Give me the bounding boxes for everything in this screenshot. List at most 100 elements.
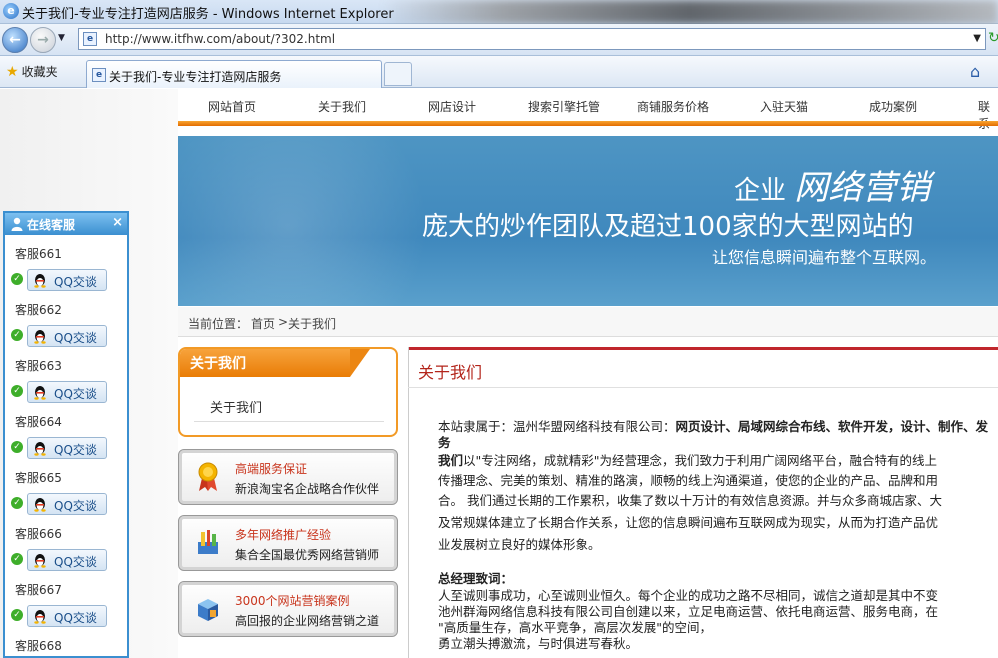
- person-icon: [11, 217, 23, 231]
- medal-icon: [198, 462, 218, 491]
- qq-chat-label: QQ交谈: [54, 331, 97, 345]
- qq-chat-label: QQ交谈: [54, 443, 97, 457]
- agent-name: 客服664: [15, 415, 62, 429]
- tools-icon: [198, 530, 218, 554]
- content-intro-line: 本站隶属于：温州华盟网络科技有限公司：网页设计、局域网综合布线、软件开发，设计、…: [438, 417, 988, 437]
- new-tab-button[interactable]: [384, 62, 412, 86]
- breadcrumb-current: 关于我们: [288, 317, 337, 331]
- ie-logo-icon: e: [3, 3, 19, 19]
- page-viewport: 网站首页 关于我们 网店设计 搜索引擎托管 商铺服务价格 入驻天猫 成功案例 联…: [0, 89, 998, 658]
- agent-name: 客服665: [15, 471, 62, 485]
- hero-banner: 企业 网络营销 庞大的炒作团队及超过100家的大型网站的 让您信息瞬间遍布整个互…: [178, 136, 998, 306]
- address-url[interactable]: http://www.itfhw.com/about/?302.html: [105, 32, 335, 46]
- favorites-button[interactable]: ★ 收藏夹: [6, 63, 58, 80]
- star-icon: ★: [6, 64, 19, 80]
- back-button[interactable]: ←: [2, 27, 28, 53]
- nav-item-pricing[interactable]: 商铺服务价格: [637, 98, 709, 115]
- nav-item-seo[interactable]: 搜索引擎托管: [528, 98, 600, 115]
- about-box-divider: [194, 421, 384, 422]
- online-check-icon: ✓: [11, 441, 23, 453]
- qq-chat-button[interactable]: QQ交谈: [27, 269, 107, 291]
- banner-glow: [178, 136, 438, 306]
- intro-cont: 务: [438, 435, 451, 450]
- qq-chat-button[interactable]: QQ交谈: [27, 325, 107, 347]
- forward-button[interactable]: →: [30, 27, 56, 53]
- about-box-title: 关于我们: [180, 349, 370, 377]
- about-box-link[interactable]: 关于我们: [210, 397, 262, 416]
- content-title: 关于我们: [418, 363, 483, 382]
- about-para-l5: 业发展树立良好的媒体形象。: [438, 537, 601, 552]
- nav-item-about[interactable]: 关于我们: [318, 98, 366, 115]
- about-sidebar-box: 关于我们 关于我们: [178, 347, 398, 437]
- agent-name: 客服661: [15, 247, 62, 261]
- feature-sub: 新浪淘宝名企战略合作伙伴: [235, 482, 380, 496]
- qq-chat-button[interactable]: QQ交谈: [27, 437, 107, 459]
- about-para-l4: 及常规媒体建立了长期合作关系，让您的信息瞬间遍布互联网成为现实，从而为打造产品优: [438, 515, 939, 530]
- close-icon[interactable]: ×: [112, 215, 123, 230]
- feature-box-experience[interactable]: 多年网络推广经验 集合全国最优秀网络营销师: [178, 515, 398, 571]
- qq-penguin-icon: [34, 498, 46, 512]
- banner-line3: 让您信息瞬间遍布整个互联网。: [712, 248, 937, 267]
- feature-box-cases[interactable]: 3000个网站营销案例 高回报的企业网络营销之道: [178, 581, 398, 637]
- qq-penguin-icon: [34, 386, 46, 400]
- agent-name: 客服666: [15, 527, 62, 541]
- titlebar-blur: [380, 0, 998, 24]
- box-icon: [198, 599, 218, 621]
- qq-chat-label: QQ交谈: [54, 387, 97, 401]
- online-check-icon: ✓: [11, 329, 23, 341]
- tab-page-icon: e: [92, 68, 106, 82]
- qq-chat-label: QQ交谈: [54, 555, 97, 569]
- agent-name: 客服667: [15, 583, 62, 597]
- breadcrumb-label: 当前位置：: [188, 317, 249, 331]
- intro-normal: 本站隶属于：温州华盟网络科技有限公司：: [438, 419, 676, 434]
- service-title: 在线客服: [27, 218, 76, 232]
- qq-chat-label: QQ交谈: [54, 611, 97, 625]
- window-titlebar: e 关于我们-专业专注打造网店服务 - Windows Internet Exp…: [0, 0, 998, 24]
- feature-sub: 集合全国最优秀网络营销师: [235, 548, 380, 562]
- content-top-rule: [408, 347, 998, 350]
- qq-chat-label: QQ交谈: [54, 275, 97, 289]
- favorites-tab-bar: ★ 收藏夹 e 关于我们-专业专注打造网店服务 ⌂: [0, 56, 998, 88]
- feature-title: 3000个网站营销案例: [235, 594, 350, 608]
- feature-title: 多年网络推广经验: [235, 528, 332, 542]
- agent-name: 客服662: [15, 303, 62, 317]
- about-para-l1: 以"专注网络，成就精彩"为经营理念，我们致力于利用广阔网络平台，融合特有的线上: [463, 453, 938, 468]
- banner-heading-a: 企业: [734, 176, 787, 206]
- nav-item-cases[interactable]: 成功案例: [869, 98, 917, 115]
- banner-line2: 庞大的炒作团队及超过100家的大型网站的: [422, 212, 914, 242]
- qq-chat-button[interactable]: QQ交谈: [27, 493, 107, 515]
- home-icon[interactable]: ⌂: [970, 62, 980, 81]
- address-field[interactable]: e http://www.itfhw.com/about/?302.html ▼: [78, 28, 986, 50]
- online-service-widget: 在线客服 × 客服661 ✓ QQ交谈 客服662 ✓ QQ交谈 客服663 ✓ QQ交谈 客服6…: [3, 211, 129, 658]
- online-check-icon: ✓: [11, 497, 23, 509]
- feature-sub: 高回报的企业网络营销之道: [235, 614, 380, 628]
- service-header: 在线客服 ×: [5, 213, 127, 235]
- nav-item-home[interactable]: 网站首页: [208, 98, 256, 115]
- gm-l4: 勇立潮头搏激流，与时俱进写春秋。: [438, 636, 639, 651]
- about-para-l2: 传播理念、完美的策划、精准的路演，顺畅的线上沟通渠道，使您的企业的产品、品牌和用: [438, 473, 939, 488]
- history-dropdown-icon[interactable]: ▼: [58, 33, 65, 43]
- feature-title: 高端服务保证: [235, 462, 308, 476]
- window-title: 关于我们-专业专注打造网店服务 - Windows Internet Explo…: [22, 7, 394, 22]
- content-panel: 关于我们 本站隶属于：温州华盟网络科技有限公司：网页设计、局域网综合布线、软件开…: [408, 347, 998, 658]
- browser-tab-active[interactable]: e 关于我们-专业专注打造网店服务: [86, 60, 382, 88]
- about-para-line1: 我们以"专注网络，成就精彩"为经营理念，我们致力于利用广阔网络平台，融合特有的线…: [438, 451, 937, 471]
- qq-chat-button[interactable]: QQ交谈: [27, 549, 107, 571]
- page-icon: e: [83, 32, 97, 46]
- feature-box-service[interactable]: 高端服务保证 新浪淘宝名企战略合作伙伴: [178, 449, 398, 505]
- qq-chat-button[interactable]: QQ交谈: [27, 605, 107, 627]
- nav-item-shop-design[interactable]: 网店设计: [428, 98, 476, 115]
- qq-penguin-icon: [34, 330, 46, 344]
- banner-heading-b: 网络营销: [794, 168, 931, 208]
- qq-chat-button[interactable]: QQ交谈: [27, 381, 107, 403]
- qq-chat-label: QQ交谈: [54, 499, 97, 513]
- address-dropdown-icon[interactable]: ▼: [973, 33, 981, 44]
- online-check-icon: ✓: [11, 273, 23, 285]
- agent-name: 客服663: [15, 359, 62, 373]
- nav-item-contact[interactable]: 联系: [978, 98, 998, 132]
- nav-item-tmall[interactable]: 入驻天猫: [760, 98, 808, 115]
- breadcrumb-home[interactable]: 首页: [251, 315, 275, 332]
- qq-penguin-icon: [34, 442, 46, 456]
- refresh-icon[interactable]: ↻: [988, 30, 998, 46]
- content-divider: [408, 387, 998, 388]
